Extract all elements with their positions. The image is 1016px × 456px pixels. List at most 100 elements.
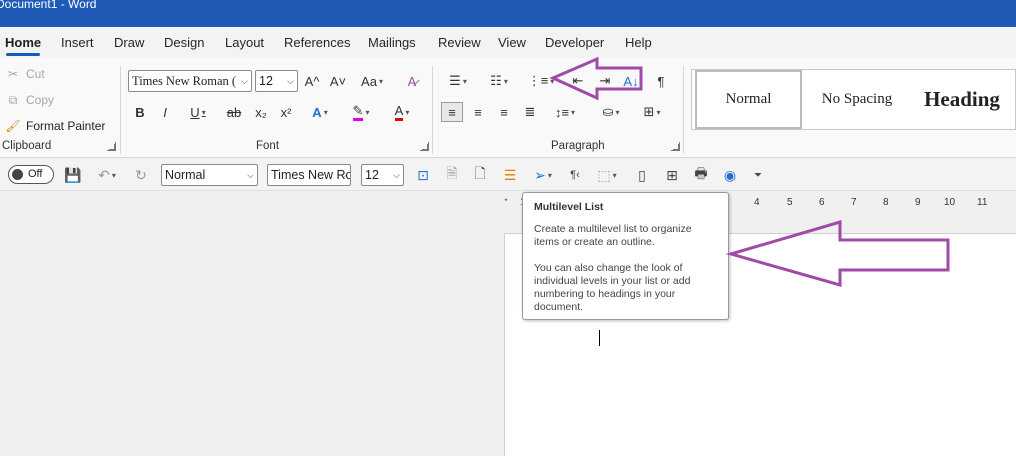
align-center-button[interactable]: ≡ [467,102,489,122]
align-right-icon: ≡ [500,104,508,120]
bullets-button[interactable]: ☰ ▾ [441,71,475,91]
multilevel-list-button[interactable]: ⋮≡ ▾ [524,71,558,91]
tab-design[interactable]: Design [164,35,204,50]
print-preview-icon[interactable]: 🖶 [691,165,711,185]
qat-size-select[interactable]: 12 ⌵ [361,164,404,186]
style-no-spacing[interactable]: No Spacing [807,70,907,129]
chevron-down-icon: ▾ [571,107,576,117]
chevron-down-icon: ⌵ [287,76,294,86]
font-family-value: Times New Roman ( [132,74,237,88]
style-select[interactable]: Normal ⌵ [161,164,258,186]
change-case-button[interactable]: Aa ▾ [356,71,388,91]
grow-font-label: A^ [304,73,320,89]
tab-layout[interactable]: Layout [225,35,264,50]
multilevel-list-tooltip: Multilevel List Create a multilevel list… [522,192,729,320]
tab-view[interactable]: View [498,35,526,50]
text-effects-icon: A [312,104,322,120]
strikethrough-button[interactable]: ab [224,102,244,122]
cut-button[interactable]: ✂ Cut [5,65,45,83]
decrease-indent-button[interactable]: ⇤ [568,71,588,91]
text-box-icon[interactable]: ⊡ [413,165,433,185]
line-spacing-button[interactable]: ↕≡ ▾ [548,102,582,122]
tab-mailings[interactable]: Mailings [368,35,416,50]
numbering-button[interactable]: ☷ ▾ [482,71,516,91]
style-normal[interactable]: Normal [695,70,802,129]
tab-review[interactable]: Review [438,35,481,50]
shrink-font-button[interactable]: A˅ [328,71,348,91]
window-title: Document1 - Word [0,0,97,11]
clipboard-launcher-icon[interactable] [107,142,116,151]
shrink-font-label: A˅ [329,73,347,89]
underline-button[interactable]: U ▾ [181,102,215,122]
borders-button[interactable]: ⊞ ▾ [635,102,669,122]
font-color-button[interactable]: A ▾ [386,102,418,122]
bold-button[interactable]: B [131,102,149,122]
font-launcher-icon[interactable] [420,142,429,151]
clear-formatting-button[interactable]: A̷ [401,71,423,91]
undo-icon[interactable]: ↶ ▾ [92,165,122,185]
text-effects-button[interactable]: A ▾ [304,102,336,122]
chevron-down-icon: ⌵ [340,170,347,180]
qat-size-value: 12 [365,168,379,182]
change-case-label: Aa [361,73,377,89]
highlight-button[interactable]: ✎ ▾ [345,102,377,122]
show-formatting-button[interactable]: ¶ [652,71,670,91]
paragraph-launcher-icon[interactable] [671,142,680,151]
style-select-value: Normal [165,168,206,182]
sort-button[interactable]: A↓ [622,71,640,91]
align-right-button[interactable]: ≡ [493,102,515,122]
shading-button[interactable]: ⛀ ▾ [594,102,628,122]
lines-icon[interactable]: ☰ [500,165,520,185]
redo-icon[interactable]: ↻ [131,165,151,185]
chevron-down-icon: ▾ [323,107,328,117]
customize-toolbar-icon[interactable]: ⏷ [750,165,766,185]
clipboard-group-label: Clipboard [2,140,52,152]
ruler-mark: 11 [977,197,988,208]
chevron-down-icon: ▾ [550,76,555,86]
subscript-button[interactable]: x₂ [252,102,270,122]
font-size-select[interactable]: 12 ⌵ [255,70,298,92]
new-page-icon[interactable]: 🗋 [471,165,489,185]
select-objects-icon[interactable]: ⬚ ▾ [592,165,622,185]
table-icon[interactable]: ⊞ [662,165,682,185]
copy-button[interactable]: ⧉ Copy [5,91,54,109]
quick-access-toolbar: Off 💾 ↶ ▾ ↻ Normal ⌵ Times New Ro ⌵ 12 ⌵ … [0,159,1016,191]
ruler-indent-marker[interactable]: ᐩ [504,197,508,208]
format-painter-button[interactable]: 🖌 Format Painter [5,117,105,135]
align-left-button[interactable]: ≡ [441,102,463,122]
paragraph-mark-icon[interactable]: ¶‹ [566,165,584,185]
title-bar: Document1 - Word [0,0,1016,27]
italic-button[interactable]: I [156,102,174,122]
chevron-down-icon: ▾ [201,107,206,117]
justify-button[interactable]: ≣ [519,102,541,122]
tab-developer[interactable]: Developer [545,35,604,50]
chevron-down-icon: ▾ [365,107,370,117]
document-lock-icon[interactable]: 🗎 [443,165,461,185]
style-heading[interactable]: Heading [912,70,1012,129]
chevron-down-icon: ⌵ [247,170,254,180]
page-icon[interactable]: ▯ [633,165,651,185]
ribbon-tabs: Home Insert Draw Design Layout Reference… [0,27,1016,58]
tab-references[interactable]: References [284,35,350,50]
circle-icon[interactable]: ◉ [720,165,740,185]
send-icon[interactable]: ➢ ▾ [528,165,558,185]
decrease-indent-icon: ⇤ [572,73,584,88]
cut-label: Cut [26,67,45,81]
save-icon[interactable]: 💾 [64,165,82,185]
qat-font-select[interactable]: Times New Ro ⌵ [267,164,351,186]
tab-help[interactable]: Help [625,35,652,50]
bullet-list-icon: ☰ [449,73,461,88]
tab-draw[interactable]: Draw [114,35,144,50]
superscript-button[interactable]: x² [277,102,295,122]
font-family-select[interactable]: Times New Roman ( ⌵ [128,70,252,92]
tab-home[interactable]: Home [5,35,41,50]
font-color-icon: A [394,103,404,121]
style-heading-label: Heading [924,87,1000,111]
grow-font-button[interactable]: A^ [302,71,322,91]
increase-indent-button[interactable]: ⇥ [595,71,615,91]
underline-label: U [190,104,200,120]
tab-insert[interactable]: Insert [61,35,94,50]
divider [120,66,121,154]
autosave-toggle[interactable]: Off [8,165,54,184]
highlighter-icon: ✎ [352,103,364,121]
